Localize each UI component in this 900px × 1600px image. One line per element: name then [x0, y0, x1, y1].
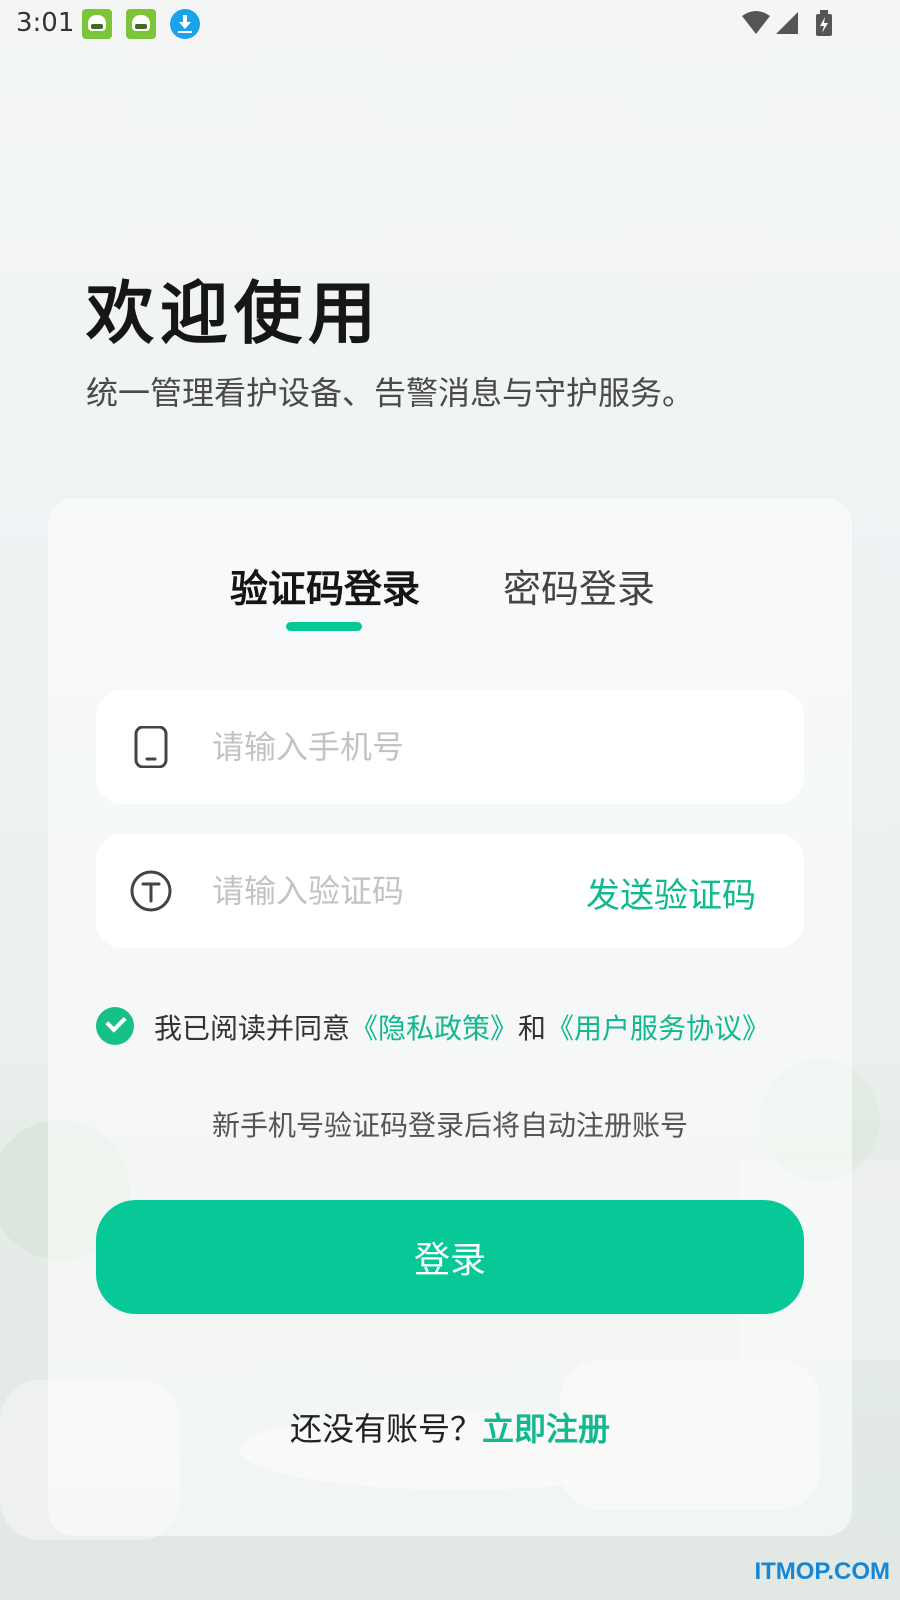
code-input-box: 发送验证码: [96, 834, 804, 948]
download-icon: [170, 9, 200, 39]
page-title: 欢迎使用: [86, 275, 383, 354]
phone-input-box: [96, 690, 804, 804]
watermark-logo: ITMOP.COM: [754, 1558, 890, 1585]
status-indicators: [742, 10, 832, 36]
agreement-prefix: 我已阅读并同意: [154, 1012, 351, 1045]
phone-icon: [134, 726, 168, 768]
signal-icon: [776, 12, 798, 34]
app-notification-icon: [126, 9, 156, 39]
agreement-checkbox[interactable]: [96, 1007, 134, 1045]
tab-sms-login[interactable]: 验证码登录: [230, 558, 420, 613]
app-notification-icon: [82, 9, 112, 39]
register-link[interactable]: 立即注册: [482, 1410, 610, 1448]
login-button[interactable]: 登录: [96, 1200, 804, 1314]
battery-charging-icon: [816, 10, 832, 36]
privacy-policy-link[interactable]: 《隐私政策》: [350, 1012, 518, 1045]
tab-password-login[interactable]: 密码登录: [503, 558, 655, 613]
page-subtitle: 统一管理看护设备、告警消息与守护服务。: [86, 374, 695, 412]
agreement-row: 我已阅读并同意《隐私政策》和《用户服务协议》: [96, 1004, 816, 1048]
register-row: 还没有账号？立即注册: [0, 1404, 900, 1450]
status-time: 3:01: [16, 8, 75, 38]
auto-register-tip: 新手机号验证码登录后将自动注册账号: [211, 1109, 688, 1142]
status-bar: 3:01: [0, 0, 900, 48]
code-input[interactable]: [212, 864, 572, 918]
send-code-button[interactable]: 发送验证码: [586, 868, 756, 917]
wifi-icon: [742, 11, 770, 34]
verification-code-icon: [130, 870, 172, 912]
register-question: 还没有账号？: [289, 1410, 482, 1448]
active-tab-indicator: [286, 622, 362, 631]
agreement-conjunction: 和: [518, 1012, 547, 1045]
agreement-text: 我已阅读并同意《隐私政策》和《用户服务协议》: [154, 1007, 770, 1047]
user-agreement-link[interactable]: 《用户服务协议》: [546, 1012, 770, 1045]
phone-input[interactable]: [212, 720, 572, 774]
